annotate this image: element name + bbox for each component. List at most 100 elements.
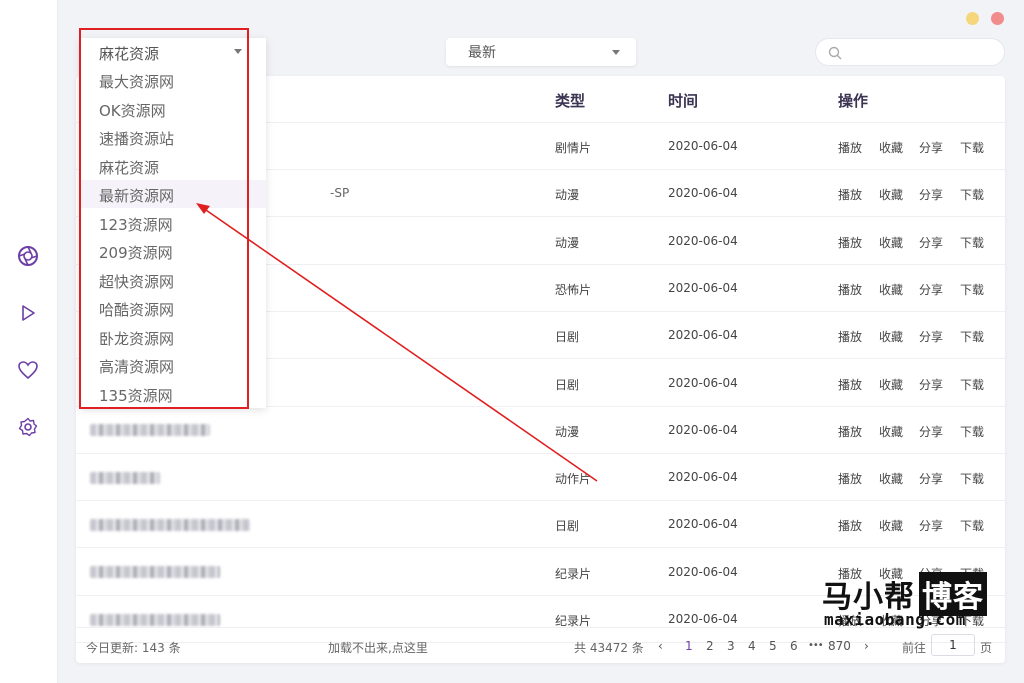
share-button[interactable]: 分享 [919,186,943,203]
play-button[interactable]: 播放 [838,234,862,251]
dropdown-option[interactable]: 超快资源网 [80,266,266,294]
favorite-button[interactable]: 收藏 [879,234,903,251]
row-type: 纪录片 [555,566,592,581]
download-button[interactable]: 下载 [960,423,984,440]
dropdown-option[interactable]: 209资源网 [80,237,266,265]
page-button[interactable]: 2 [706,639,714,653]
load-hint-link[interactable]: 加载不出来,点这里 [328,639,428,656]
download-button[interactable]: 下载 [960,376,984,393]
row-time: 2020-06-04 [668,328,738,343]
dropdown-option[interactable]: 哈酷资源网 [80,294,266,322]
redacted-title [90,518,250,531]
chevron-down-icon [612,50,620,55]
header-action: 操作 [838,92,869,110]
favorite-button[interactable]: 收藏 [879,186,903,203]
play-icon[interactable] [17,302,39,324]
play-button[interactable]: 播放 [838,139,862,156]
pagination-ellipsis[interactable]: ••• [808,640,824,651]
gear-icon[interactable] [17,416,39,438]
page-unit-label: 页 [980,641,993,655]
table-row[interactable]: 动作片 2020-06-04 播放 收藏 分享 下载 [76,454,1005,502]
prev-page-button[interactable]: ‹ [658,639,663,653]
row-title[interactable] [90,470,160,484]
search-icon [828,45,842,64]
last-page-button[interactable]: 870 [828,639,851,653]
dropdown-option[interactable]: 最新资源网 [80,180,266,208]
share-button[interactable]: 分享 [919,423,943,440]
row-time: 2020-06-04 [668,280,738,295]
play-button[interactable]: 播放 [838,328,862,345]
share-button[interactable]: 分享 [919,517,943,534]
sidebar [0,0,58,683]
download-button[interactable]: 下载 [960,281,984,298]
row-time: 2020-06-04 [668,139,738,153]
row-title[interactable] [90,612,220,626]
play-button[interactable]: 播放 [838,423,862,440]
minimize-button[interactable] [966,12,979,25]
source-dropdown[interactable]: 麻花资源 最大资源网 OK资源网 速播资源站 麻花资源 最新资源网 123资源网 209资源… [80,38,266,408]
favorite-button[interactable]: 收藏 [879,470,903,487]
heart-icon[interactable] [17,359,39,381]
download-button[interactable]: 下载 [960,328,984,345]
share-button[interactable]: 分享 [919,281,943,298]
row-type: 日剧 [555,330,580,345]
dropdown-option[interactable]: 速播资源站 [80,123,266,151]
share-button[interactable]: 分享 [919,328,943,345]
download-button[interactable]: 下载 [960,517,984,534]
table-row[interactable]: 动漫 2020-06-04 播放 收藏 分享 下载 [76,407,1005,454]
page-button[interactable]: 4 [748,639,756,653]
header-time: 时间 [668,92,699,110]
sort-select[interactable]: 最新 [446,38,636,66]
favorite-button[interactable]: 收藏 [879,517,903,534]
favorite-button[interactable]: 收藏 [879,139,903,156]
redacted-title [90,424,210,437]
play-button[interactable]: 播放 [838,376,862,393]
dropdown-option[interactable]: 麻花资源 [80,152,266,180]
dropdown-option[interactable]: 123资源网 [80,209,266,237]
row-type: 恐怖片 [555,282,592,297]
row-title[interactable] [90,517,250,531]
close-button[interactable] [991,12,1004,25]
row-type: 动漫 [555,424,580,439]
page-button[interactable]: 6 [790,639,798,653]
dropdown-option[interactable]: 卧龙资源网 [80,323,266,351]
dropdown-option[interactable]: 高清资源网 [80,351,266,379]
row-type: 日剧 [555,519,580,534]
share-button[interactable]: 分享 [919,470,943,487]
aperture-icon[interactable] [17,245,39,267]
search-input[interactable] [815,38,1005,66]
download-button[interactable]: 下载 [960,186,984,203]
play-button[interactable]: 播放 [838,470,862,487]
share-button[interactable]: 分享 [919,234,943,251]
share-button[interactable]: 分享 [919,139,943,156]
table-row[interactable]: 日剧 2020-06-04 播放 收藏 分享 下载 [76,501,1005,549]
next-page-button[interactable]: › [864,639,869,653]
play-button[interactable]: 播放 [838,517,862,534]
play-button[interactable]: 播放 [838,281,862,298]
row-title[interactable] [90,423,210,437]
dropdown-option[interactable]: 最大资源网 [80,66,266,94]
today-updates: 今日更新: 143 条 [86,641,181,655]
row-time: 2020-06-04 [668,375,738,390]
row-time: 2020-06-04 [668,564,738,579]
row-title[interactable] [90,565,220,579]
download-button[interactable]: 下载 [960,470,984,487]
dropdown-option[interactable]: 135资源网 [80,380,266,408]
download-button[interactable]: 下载 [960,139,984,156]
favorite-button[interactable]: 收藏 [879,423,903,440]
page-button[interactable]: 1 [685,639,693,653]
download-button[interactable]: 下载 [960,234,984,251]
goto-page-input[interactable]: 1 [931,634,975,656]
share-button[interactable]: 分享 [919,376,943,393]
row-time: 2020-06-04 [668,422,738,437]
chevron-down-icon [234,49,242,54]
favorite-button[interactable]: 收藏 [879,376,903,393]
row-time: 2020-06-04 [668,612,738,626]
play-button[interactable]: 播放 [838,186,862,203]
favorite-button[interactable]: 收藏 [879,328,903,345]
page-button[interactable]: 5 [769,639,777,653]
favorite-button[interactable]: 收藏 [879,281,903,298]
row-time: 2020-06-04 [668,233,738,248]
dropdown-option[interactable]: OK资源网 [80,95,266,123]
page-button[interactable]: 3 [727,639,735,653]
